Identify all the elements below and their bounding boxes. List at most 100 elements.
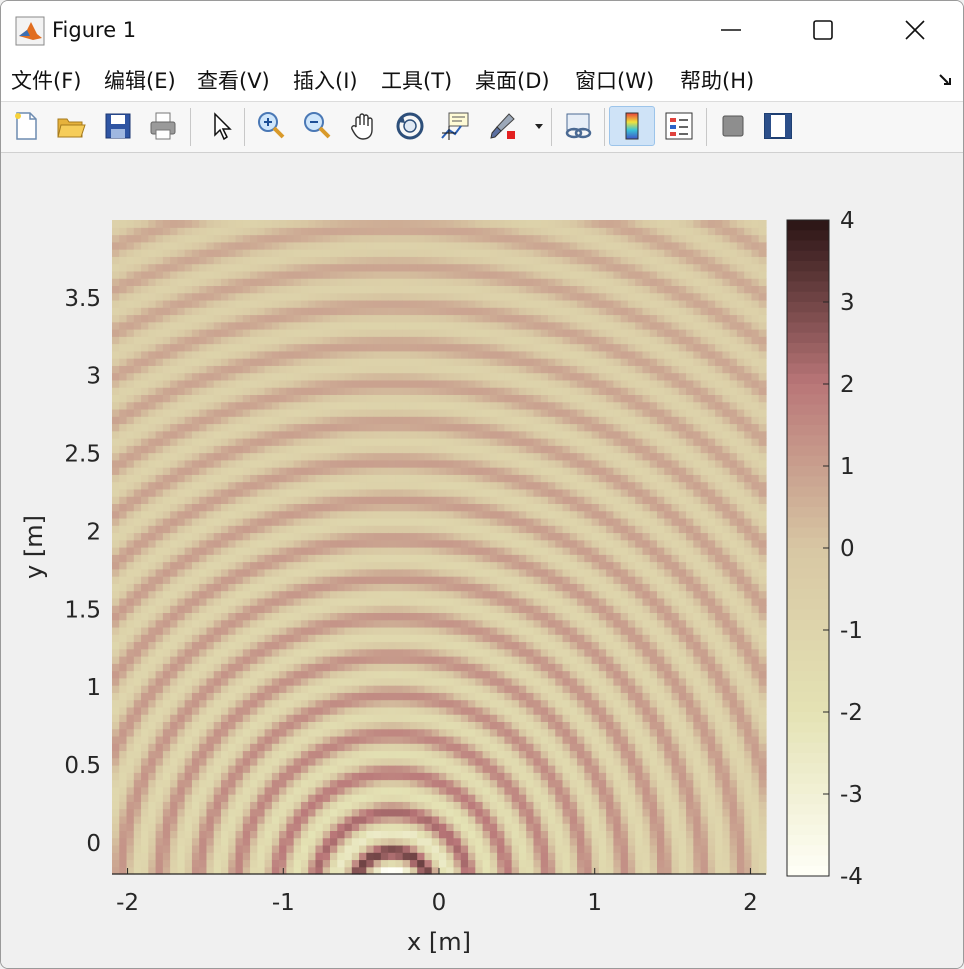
heatmap-cell — [235, 387, 244, 395]
brush-dropdown-button[interactable] — [527, 106, 551, 146]
minimize-button[interactable] — [685, 1, 777, 59]
heatmap-cell — [475, 626, 484, 635]
zoom-in-button[interactable] — [251, 106, 291, 146]
heatmap-cell — [308, 794, 317, 802]
heatmap-cell — [359, 387, 367, 395]
heatmap-cell — [286, 292, 295, 301]
heatmap-cell — [191, 365, 200, 374]
heatmap-cell — [191, 634, 200, 643]
heatmap-cell — [388, 438, 396, 446]
heatmap-cell — [141, 459, 149, 468]
heatmap-cell — [424, 445, 433, 454]
heatmap-cell — [395, 859, 404, 868]
close-button[interactable] — [869, 1, 961, 59]
heatmap-cell — [439, 372, 447, 381]
heatmap-cell — [468, 830, 476, 839]
heatmap-cell — [286, 815, 295, 824]
heatmap-cell — [468, 503, 476, 512]
menu-insert[interactable]: 插入(I) — [293, 65, 358, 95]
new-figure-button[interactable] — [6, 106, 46, 146]
heatmap-cell — [257, 663, 266, 672]
heatmap-cell — [206, 597, 215, 606]
heatmap-cell — [337, 583, 346, 592]
heatmap-cell — [126, 307, 135, 316]
heatmap-cell — [148, 321, 157, 330]
menu-tools[interactable]: 工具(T) — [381, 65, 452, 95]
heatmap-cell — [191, 612, 200, 621]
heatmap-image[interactable] — [112, 220, 767, 875]
heatmap-cell — [446, 270, 455, 279]
heatmap-cell — [308, 786, 317, 795]
show-plot-tools-button[interactable] — [758, 106, 798, 146]
select-pointer-button[interactable] — [200, 106, 240, 146]
menu-desktop[interactable]: 桌面(D) — [475, 65, 550, 95]
data-cursor-button[interactable] — [435, 106, 475, 146]
heatmap-cell — [300, 343, 309, 352]
heatmap-cell — [126, 583, 135, 592]
heatmap-cell — [300, 779, 309, 788]
heatmap-cell — [504, 590, 513, 599]
heatmap-cell — [409, 685, 418, 693]
heatmap-cell — [504, 750, 513, 759]
hide-plot-tools-button[interactable] — [713, 106, 753, 146]
heatmap-cell — [133, 772, 142, 781]
heatmap-cell — [286, 743, 295, 752]
heatmap-cell — [228, 285, 237, 294]
heatmap-cell — [351, 757, 360, 766]
heatmap-cell — [475, 852, 484, 861]
heatmap-cell — [162, 728, 171, 737]
maximize-button[interactable] — [777, 1, 869, 59]
dock-arrow-icon[interactable] — [937, 71, 955, 89]
heatmap-cell — [148, 685, 157, 693]
heatmap-cell — [213, 859, 222, 868]
heatmap-cell — [235, 459, 244, 468]
heatmap-cell — [191, 794, 200, 802]
heatmap-cell — [344, 648, 353, 657]
heatmap-cell — [424, 227, 433, 236]
zoom-out-button[interactable] — [297, 106, 337, 146]
save-button[interactable] — [98, 106, 138, 146]
heatmap-cell — [250, 387, 258, 395]
heatmap-cell — [504, 336, 513, 345]
heatmap-cell — [475, 706, 484, 715]
heatmap-cell — [344, 837, 353, 846]
heatmap-cell — [199, 227, 208, 236]
print-button[interactable] — [143, 106, 183, 146]
heatmap-cell — [380, 452, 389, 461]
link-plot-button[interactable] — [558, 106, 598, 146]
heatmap-cell — [315, 815, 324, 824]
heatmap-cell — [228, 677, 237, 686]
heatmap-cell — [439, 779, 447, 788]
heatmap-cell — [264, 583, 273, 592]
rotate-3d-button[interactable] — [390, 106, 430, 146]
heatmap-cell — [155, 837, 164, 846]
heatmap-cell — [221, 656, 229, 664]
heatmap-cell — [475, 343, 484, 352]
heatmap-cell — [177, 583, 186, 592]
pan-button[interactable] — [344, 106, 384, 146]
menu-view[interactable]: 查看(V) — [197, 65, 270, 95]
heatmap-cell — [228, 786, 237, 795]
brush-button[interactable] — [483, 106, 523, 146]
heatmap-cell — [148, 278, 157, 286]
heatmap-cell — [126, 547, 135, 555]
heatmap-cell — [133, 372, 142, 381]
heatmap-cell — [446, 714, 455, 722]
menu-window[interactable]: 窗口(W) — [575, 65, 654, 95]
heatmap-cell — [475, 612, 484, 621]
heatmap-cell — [148, 474, 157, 483]
heatmap-cell — [460, 358, 469, 366]
heatmap-cell — [351, 699, 360, 708]
open-file-button[interactable] — [51, 106, 91, 146]
heatmap-cell — [373, 837, 382, 846]
heatmap-cell — [417, 321, 426, 330]
menu-file[interactable]: 文件(F) — [11, 65, 81, 95]
menu-help[interactable]: 帮助(H) — [680, 65, 754, 95]
heatmap-cell — [148, 299, 157, 308]
colorbar-button[interactable] — [609, 106, 655, 146]
heatmap-cell — [250, 445, 258, 454]
heatmap-cell — [395, 808, 404, 817]
heatmap-cell — [191, 852, 200, 861]
menu-edit[interactable]: 编辑(E) — [104, 65, 176, 95]
legend-button[interactable] — [659, 106, 699, 146]
